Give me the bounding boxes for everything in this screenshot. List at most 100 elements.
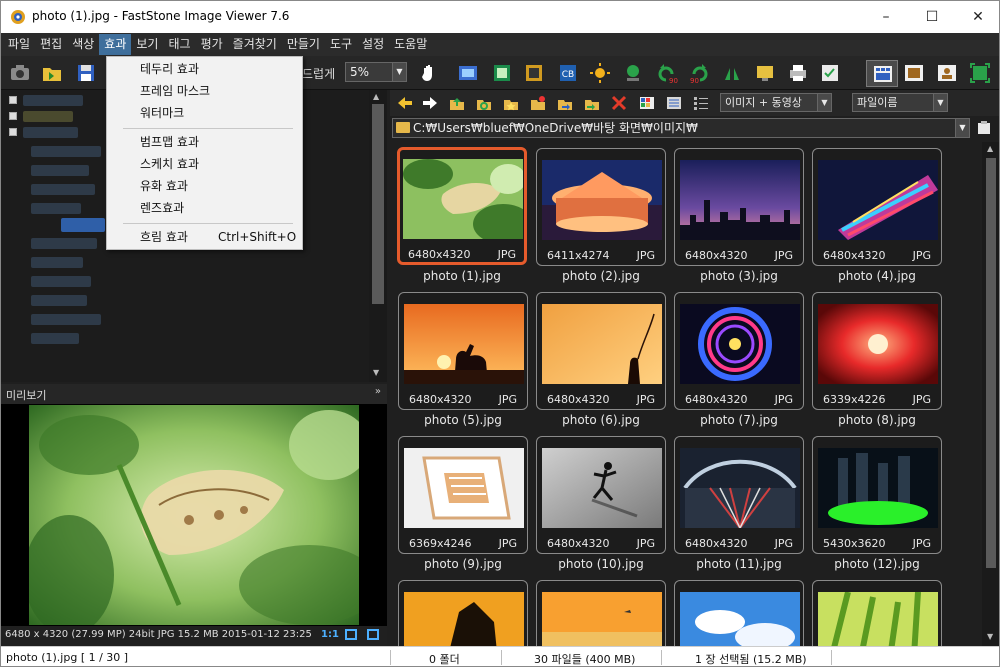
tree-node[interactable] bbox=[31, 333, 79, 344]
thumbnail-card[interactable] bbox=[674, 580, 804, 646]
thumbnail-caption[interactable]: photo (8).jpg bbox=[812, 413, 942, 427]
thumbnail-card[interactable] bbox=[812, 580, 942, 646]
thumbnail-card[interactable]: 6480x4320 JPG bbox=[812, 148, 942, 266]
tree-collapse-icon[interactable] bbox=[9, 128, 17, 136]
flip-icon[interactable] bbox=[721, 62, 743, 84]
thumbnail-card[interactable]: 5430x3620 JPG bbox=[812, 436, 942, 554]
tree-node[interactable] bbox=[23, 95, 83, 106]
menu-effects[interactable]: 효과 bbox=[99, 34, 132, 55]
thumbnail-card[interactable]: 6339x4226 JPG bbox=[812, 292, 942, 410]
thumbnail-card[interactable]: 6480x4320 JPG bbox=[674, 292, 804, 410]
menu-item-blur[interactable]: 흐림 효과 Ctrl+Shift+O bbox=[108, 226, 301, 248]
crop-icon[interactable] bbox=[523, 62, 545, 84]
menu-rating[interactable]: 평가 bbox=[196, 34, 228, 55]
thumbnail-card[interactable]: 6480x4320 JPG bbox=[398, 292, 528, 410]
settings-checklist-icon[interactable] bbox=[819, 62, 841, 84]
thumbnail-card[interactable] bbox=[398, 580, 528, 646]
tree-expand-icon[interactable] bbox=[9, 96, 17, 104]
file-filter-select[interactable]: 이미지 + 동영상 ▼ bbox=[720, 93, 832, 112]
layout-browser-button[interactable] bbox=[866, 60, 898, 87]
hand-tool-icon[interactable] bbox=[419, 63, 439, 83]
thumbnail-scrollbar[interactable]: ▲ ▼ bbox=[982, 142, 999, 646]
forward-arrow-icon[interactable] bbox=[421, 94, 439, 112]
menu-item-border-effect[interactable]: 테두리 효과 bbox=[108, 58, 301, 80]
fullscreen-icon[interactable] bbox=[969, 62, 991, 84]
thumbnail-card[interactable] bbox=[536, 580, 666, 646]
layout-full-icon[interactable] bbox=[936, 62, 958, 84]
tree-node[interactable] bbox=[31, 295, 87, 306]
details-view-icon[interactable] bbox=[692, 94, 710, 112]
wallpaper-icon[interactable] bbox=[754, 62, 776, 84]
close-button[interactable]: ✕ bbox=[955, 1, 999, 33]
thumbnail-caption[interactable]: photo (4).jpg bbox=[812, 269, 942, 283]
thumbnail-caption[interactable]: photo (11).jpg bbox=[674, 557, 804, 571]
menu-file[interactable]: 파일 bbox=[3, 34, 35, 55]
thumbnail-caption[interactable]: photo (12).jpg bbox=[812, 557, 942, 571]
maximize-button[interactable]: ☐ bbox=[909, 1, 955, 33]
collapse-chevron-icon[interactable]: » bbox=[375, 386, 381, 397]
menu-color[interactable]: 색상 bbox=[67, 34, 99, 55]
zoom-select[interactable]: 5% ▼ bbox=[345, 62, 407, 82]
menu-item-watermark[interactable]: 워터마크 bbox=[108, 102, 301, 124]
thumbnail-scroll-thumb[interactable] bbox=[986, 158, 996, 568]
thumbnail-caption[interactable]: photo (6).jpg bbox=[536, 413, 666, 427]
tree-scroll-thumb[interactable] bbox=[372, 104, 384, 304]
tree-node[interactable] bbox=[31, 203, 81, 214]
rotate-right-icon[interactable]: 90 bbox=[688, 62, 710, 84]
move-to-icon[interactable] bbox=[583, 94, 601, 112]
tree-expand-icon[interactable] bbox=[9, 112, 17, 120]
menu-tools[interactable]: 도구 bbox=[325, 34, 357, 55]
menu-item-lens[interactable]: 렌즈효과 bbox=[108, 197, 301, 219]
refresh-icon[interactable] bbox=[475, 94, 493, 112]
slideshow-icon[interactable] bbox=[457, 62, 479, 84]
compare-icon[interactable] bbox=[491, 62, 513, 84]
copy-to-icon[interactable] bbox=[556, 94, 574, 112]
tree-node[interactable] bbox=[31, 165, 89, 176]
tree-node[interactable] bbox=[31, 314, 101, 325]
tree-node-selected[interactable] bbox=[61, 218, 105, 232]
acquire-camera-icon[interactable] bbox=[9, 62, 31, 84]
favorite-folder-icon[interactable] bbox=[502, 94, 520, 112]
up-folder-icon[interactable] bbox=[448, 94, 466, 112]
open-folder-icon[interactable] bbox=[41, 62, 63, 84]
tree-node[interactable] bbox=[31, 184, 95, 195]
back-arrow-icon[interactable] bbox=[396, 94, 414, 112]
save-icon[interactable] bbox=[75, 62, 97, 84]
actual-size-button[interactable]: 1:1 bbox=[321, 629, 339, 640]
tree-node[interactable] bbox=[31, 146, 101, 157]
thumbnail-caption[interactable]: photo (10).jpg bbox=[536, 557, 666, 571]
brightness-sun-icon[interactable] bbox=[589, 62, 611, 84]
menu-settings[interactable]: 설정 bbox=[357, 34, 389, 55]
tree-node[interactable] bbox=[31, 238, 97, 249]
delete-icon[interactable] bbox=[610, 94, 628, 112]
thumbnail-card[interactable]: 6480x4320 JPG bbox=[397, 147, 527, 265]
tree-node[interactable] bbox=[31, 276, 91, 287]
thumbnail-card[interactable]: 6411x4274 JPG bbox=[536, 148, 666, 266]
color-adjust-icon[interactable]: CB bbox=[557, 62, 579, 84]
fit-icon[interactable] bbox=[345, 629, 357, 640]
menu-edit[interactable]: 편집 bbox=[35, 34, 67, 55]
layout-preview-icon[interactable] bbox=[903, 62, 925, 84]
menu-item-sketch[interactable]: 스케치 효과 bbox=[108, 153, 301, 175]
menu-create[interactable]: 만들기 bbox=[282, 34, 325, 55]
menu-help[interactable]: 도움말 bbox=[389, 34, 432, 55]
tree-node[interactable] bbox=[23, 111, 73, 122]
scroll-down-icon[interactable]: ▼ bbox=[987, 632, 993, 641]
menu-favorites[interactable]: 즐겨찾기 bbox=[228, 34, 282, 55]
tree-node[interactable] bbox=[31, 257, 83, 268]
scroll-up-icon[interactable]: ▲ bbox=[987, 144, 993, 153]
chevron-down-icon[interactable]: ▼ bbox=[955, 119, 969, 137]
scroll-up-icon[interactable]: ▲ bbox=[373, 92, 379, 101]
thumbnail-caption[interactable]: photo (1).jpg bbox=[397, 269, 527, 283]
thumbnail-card[interactable]: 6480x4320 JPG bbox=[674, 436, 804, 554]
minimize-button[interactable]: – bbox=[863, 1, 909, 33]
menu-item-oil-painting[interactable]: 유화 효과 bbox=[108, 175, 301, 197]
thumbnail-caption[interactable]: photo (3).jpg bbox=[674, 269, 804, 283]
list-view-icon[interactable] bbox=[665, 94, 683, 112]
thumbnail-card[interactable]: 6480x4320 JPG bbox=[674, 148, 804, 266]
new-folder-icon[interactable] bbox=[529, 94, 547, 112]
thumbnail-caption[interactable]: photo (5).jpg bbox=[398, 413, 528, 427]
rotate-left-icon[interactable]: 90 bbox=[656, 62, 678, 84]
path-history-icon[interactable] bbox=[976, 120, 992, 136]
redeye-icon[interactable] bbox=[622, 62, 644, 84]
